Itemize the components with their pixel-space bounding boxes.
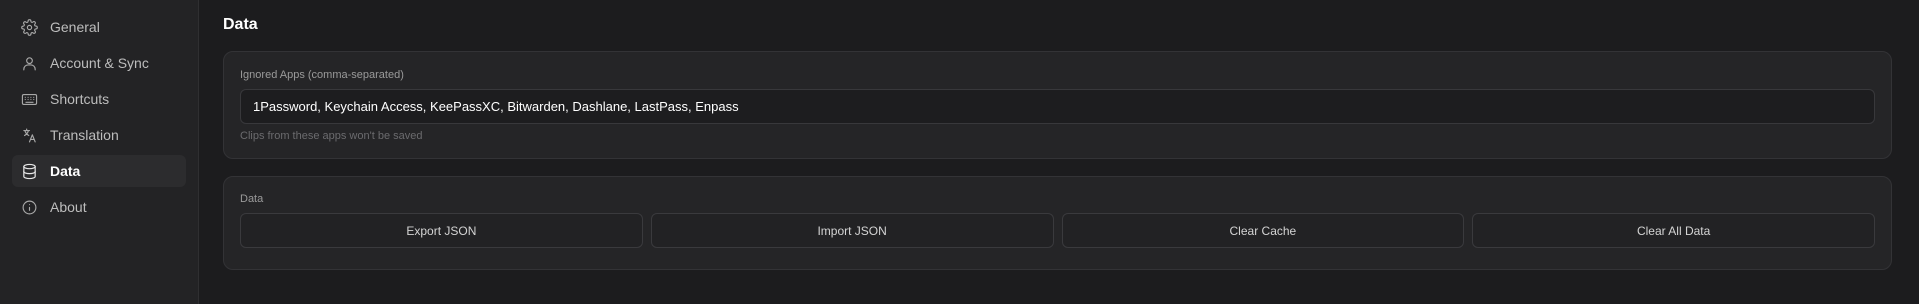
export-json-button[interactable]: Export JSON	[240, 213, 643, 248]
database-icon	[20, 162, 38, 180]
sidebar: General Account & Sync Shortcuts Transla…	[0, 0, 199, 304]
ignored-apps-hint: Clips from these apps won't be saved	[240, 130, 423, 142]
clear-all-data-button[interactable]: Clear All Data	[1472, 213, 1875, 248]
info-icon	[20, 198, 38, 216]
translate-icon	[20, 126, 38, 144]
data-button-row: Export JSON Import JSON Clear Cache Clea…	[240, 213, 1875, 248]
sidebar-item-label: Shortcuts	[50, 91, 110, 107]
sidebar-item-shortcuts[interactable]: Shortcuts	[12, 83, 186, 115]
sidebar-item-label: Account & Sync	[50, 55, 149, 71]
gear-icon	[20, 18, 38, 36]
page-title: Data	[223, 16, 258, 33]
user-icon	[20, 54, 38, 72]
import-json-button[interactable]: Import JSON	[650, 213, 1054, 248]
sidebar-item-label: Data	[50, 163, 81, 179]
sidebar-item-general[interactable]: General	[12, 11, 186, 43]
clear-cache-button[interactable]: Clear Cache	[1061, 213, 1465, 248]
sidebar-item-account-sync[interactable]: Account & Sync	[12, 47, 186, 79]
sidebar-item-translation[interactable]: Translation	[12, 119, 186, 151]
data-section-label: Data	[240, 193, 264, 205]
sidebar-item-label: Translation	[50, 127, 119, 143]
sidebar-item-label: General	[50, 19, 100, 35]
sidebar-item-label: About	[50, 199, 87, 215]
ignored-apps-card: Ignored Apps (comma-separated) Clips fro…	[223, 51, 1892, 159]
sidebar-item-about[interactable]: About	[12, 191, 186, 223]
ignored-apps-label: Ignored Apps (comma-separated)	[240, 69, 404, 81]
sidebar-item-data[interactable]: Data	[12, 155, 186, 187]
data-card: Data Export JSON Import JSON Clear Cache…	[223, 176, 1892, 270]
ignored-apps-input[interactable]	[240, 89, 1875, 124]
settings-window: General Account & Sync Shortcuts Transla…	[0, 0, 1919, 304]
main-content: Data Ignored Apps (comma-separated) Clip…	[199, 0, 1919, 304]
keyboard-icon	[20, 90, 38, 108]
